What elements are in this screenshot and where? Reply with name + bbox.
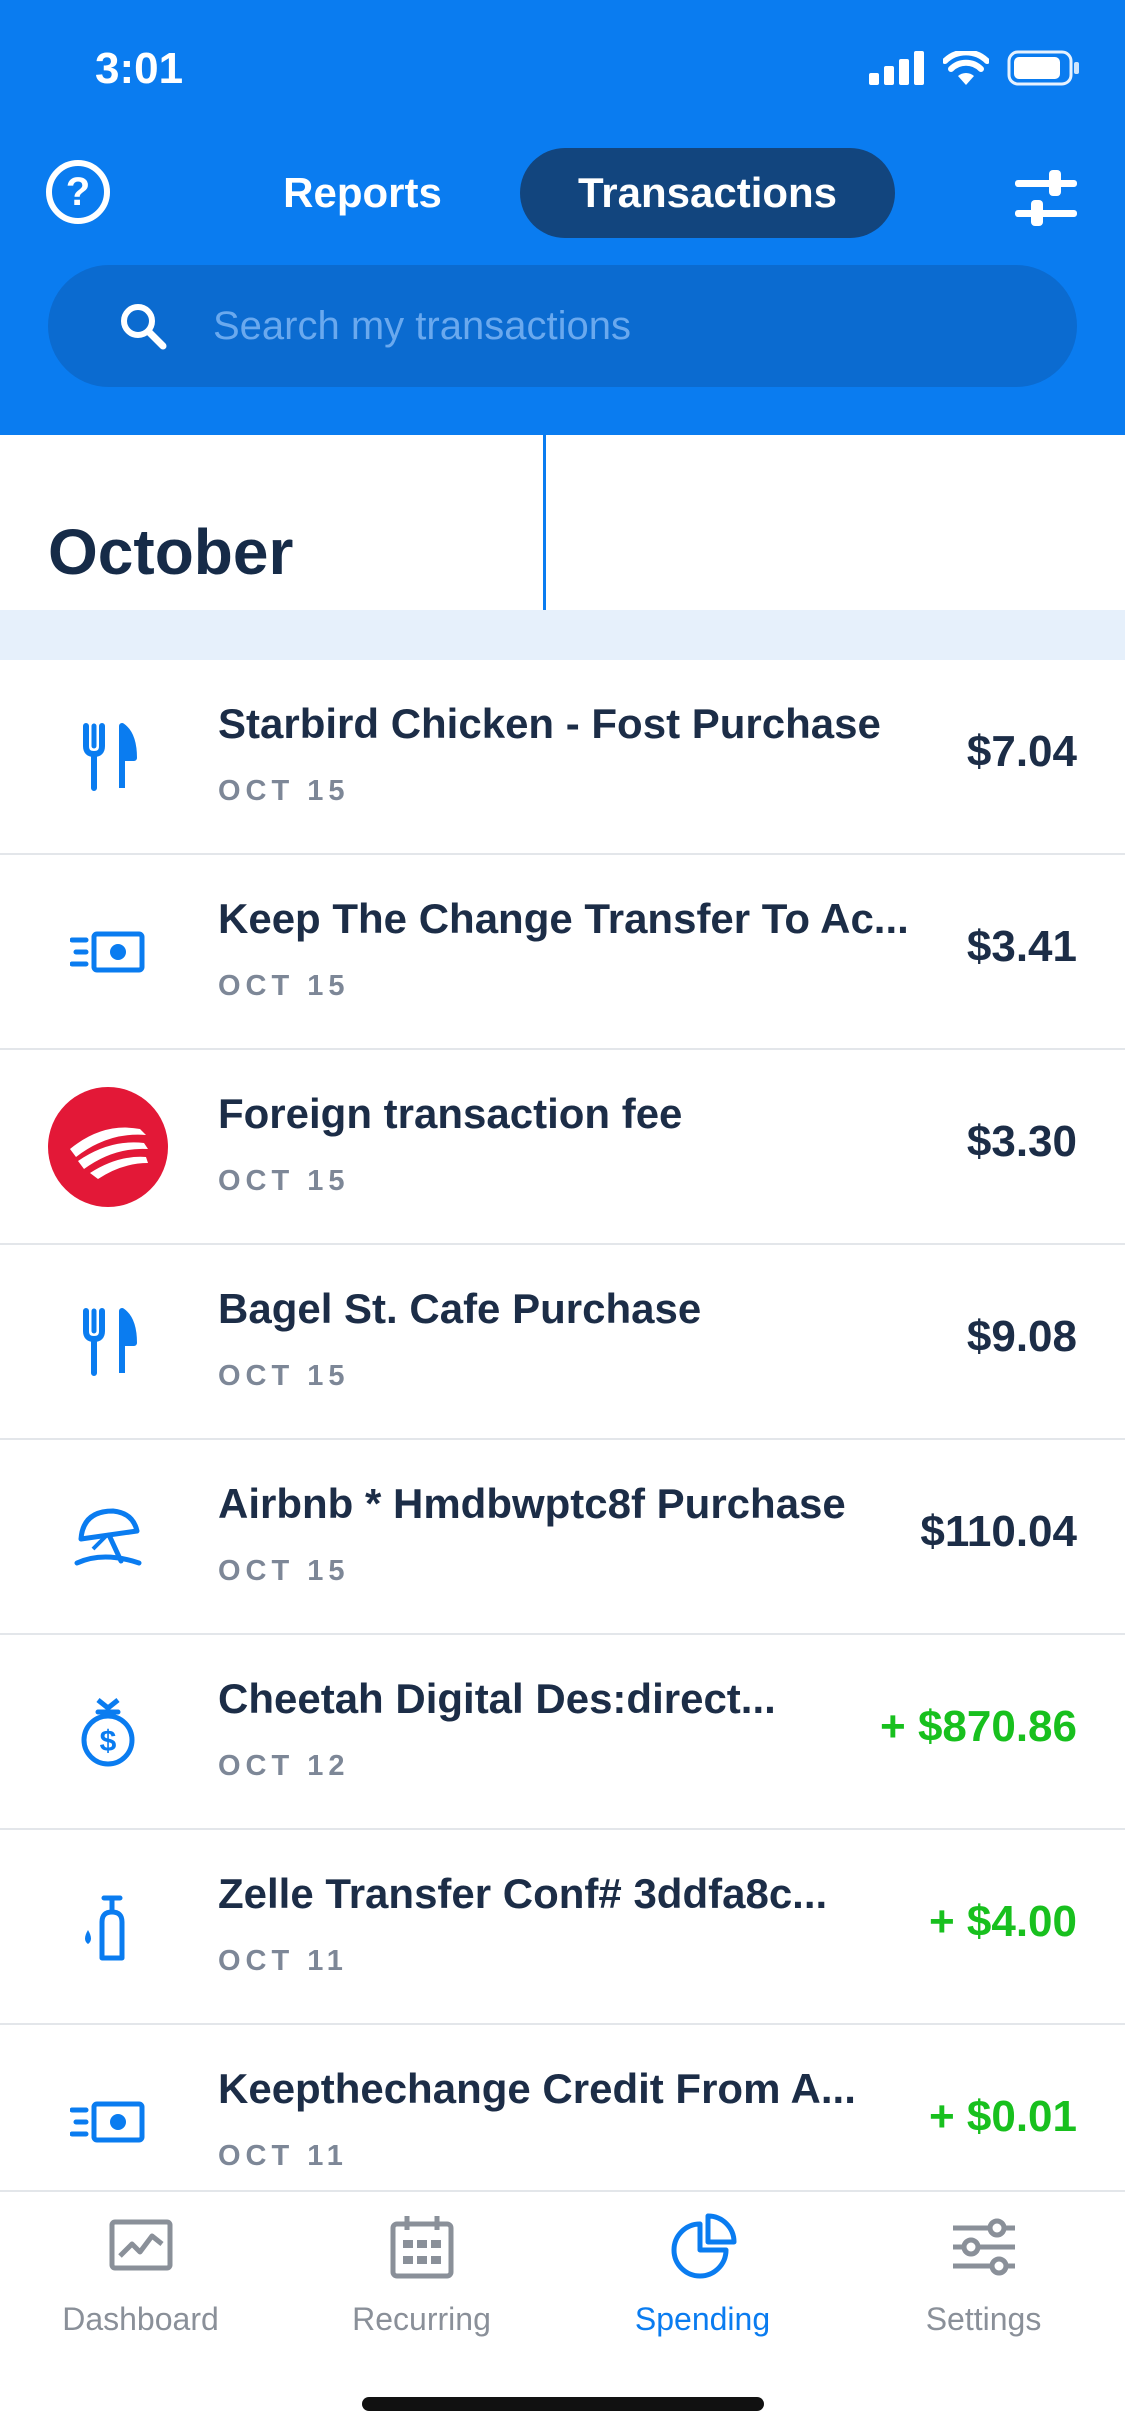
transaction-row[interactable]: Keep The Change Transfer To Ac... OCT 15… — [0, 855, 1125, 1050]
tab-label: Spending — [634, 2301, 771, 2337]
transaction-title: Bagel St. Cafe Purchase — [218, 1285, 702, 1332]
bank-logo-icon — [48, 1087, 168, 1207]
tab-transactions[interactable]: Transactions — [520, 148, 895, 238]
transaction-date: OCT 15 — [218, 970, 350, 1002]
tab-settings[interactable]: Settings — [843, 2212, 1124, 2342]
transaction-row[interactable]: Foreign transaction fee OCT 15 $3.30 — [0, 1050, 1125, 1245]
status-time: 3:01 — [95, 44, 184, 93]
chart-icon — [109, 2219, 172, 2271]
tab-reports[interactable]: Reports — [230, 148, 495, 238]
calendar-icon — [390, 2216, 453, 2279]
tab-dashboard[interactable]: Dashboard — [0, 2212, 281, 2342]
tab-label: Dashboard — [62, 2301, 219, 2337]
transaction-row[interactable]: Zelle Transfer Conf# 3ddfa8c... OCT 11 +… — [0, 1830, 1125, 2025]
transaction-amount: + $0.01 — [928, 2092, 1077, 2141]
tab-recurring[interactable]: Recurring — [281, 2212, 562, 2342]
money-transfer-icon — [48, 892, 168, 1012]
transaction-row[interactable]: Bagel St. Cafe Purchase OCT 15 $9.08 — [0, 1245, 1125, 1440]
transaction-title: Zelle Transfer Conf# 3ddfa8c... — [218, 1870, 828, 1917]
beach-umbrella-icon — [48, 1477, 168, 1597]
help-button[interactable]: ? — [46, 160, 110, 224]
status-icons — [869, 50, 1081, 86]
tab-label: Recurring — [352, 2301, 491, 2337]
timeline-strip — [0, 610, 1125, 660]
transaction-date: OCT 15 — [218, 1555, 350, 1587]
transaction-title: Keep The Change Transfer To Ac... — [218, 895, 909, 942]
month-title: October — [48, 516, 294, 588]
soap-dispenser-icon — [48, 1867, 168, 1987]
transaction-date: OCT 12 — [218, 1750, 350, 1782]
transaction-title: Foreign transaction fee — [218, 1090, 683, 1137]
transaction-amount: $110.04 — [920, 1507, 1077, 1556]
transaction-date: OCT 15 — [218, 1360, 350, 1392]
sliders-icon — [952, 2218, 1015, 2276]
transaction-row[interactable]: $ Cheetah Digital Des:direct... OCT 12 +… — [0, 1635, 1125, 1830]
transaction-title: Airbnb * Hmdbwptc8f Purchase — [218, 1480, 846, 1527]
pie-chart-icon — [671, 2213, 736, 2279]
app-header: 3:01 ? Reports Transactions — [0, 0, 1125, 435]
search-input[interactable] — [213, 303, 1013, 349]
transaction-row[interactable]: Keepthechange Credit From A... OCT 11 + … — [0, 2025, 1125, 2190]
svg-text:$: $ — [100, 1725, 117, 1758]
transaction-title: Cheetah Digital Des:direct... — [218, 1675, 776, 1722]
transaction-row[interactable]: Starbird Chicken - Fost Purchase OCT 15 … — [0, 660, 1125, 855]
search-icon — [121, 304, 167, 350]
transaction-amount: $9.08 — [966, 1312, 1077, 1361]
transaction-amount: + $870.86 — [880, 1702, 1077, 1751]
signal-icon — [869, 51, 924, 85]
transaction-row[interactable]: Airbnb * Hmdbwptc8f Purchase OCT 15 $110… — [0, 1440, 1125, 1635]
wifi-icon — [943, 51, 989, 85]
transaction-amount: $7.04 — [966, 727, 1077, 776]
transaction-amount: $3.41 — [966, 922, 1077, 971]
money-transfer-icon — [48, 2062, 168, 2182]
fork-knife-icon — [48, 1282, 168, 1402]
transaction-amount: $3.30 — [966, 1117, 1077, 1166]
fork-knife-icon — [48, 697, 168, 817]
battery-icon — [1007, 50, 1079, 86]
money-bag-icon: $ — [48, 1672, 168, 1792]
filter-icon[interactable] — [1015, 168, 1077, 228]
transaction-date: OCT 11 — [218, 1945, 348, 1977]
transaction-title: Starbird Chicken - Fost Purchase — [218, 700, 881, 747]
home-indicator[interactable] — [362, 2397, 764, 2411]
timeline-line — [543, 435, 546, 630]
transaction-date: OCT 11 — [218, 2140, 348, 2172]
search-bar[interactable] — [48, 265, 1077, 387]
transaction-amount: + $4.00 — [928, 1897, 1077, 1946]
transaction-date: OCT 15 — [218, 775, 350, 807]
transaction-title: Keepthechange Credit From A... — [218, 2065, 856, 2112]
tab-label: Settings — [925, 2301, 1042, 2337]
transaction-date: OCT 15 — [218, 1165, 350, 1197]
transaction-list: Starbird Chicken - Fost Purchase OCT 15 … — [0, 660, 1125, 2190]
tab-spending[interactable]: Spending — [562, 2212, 843, 2342]
